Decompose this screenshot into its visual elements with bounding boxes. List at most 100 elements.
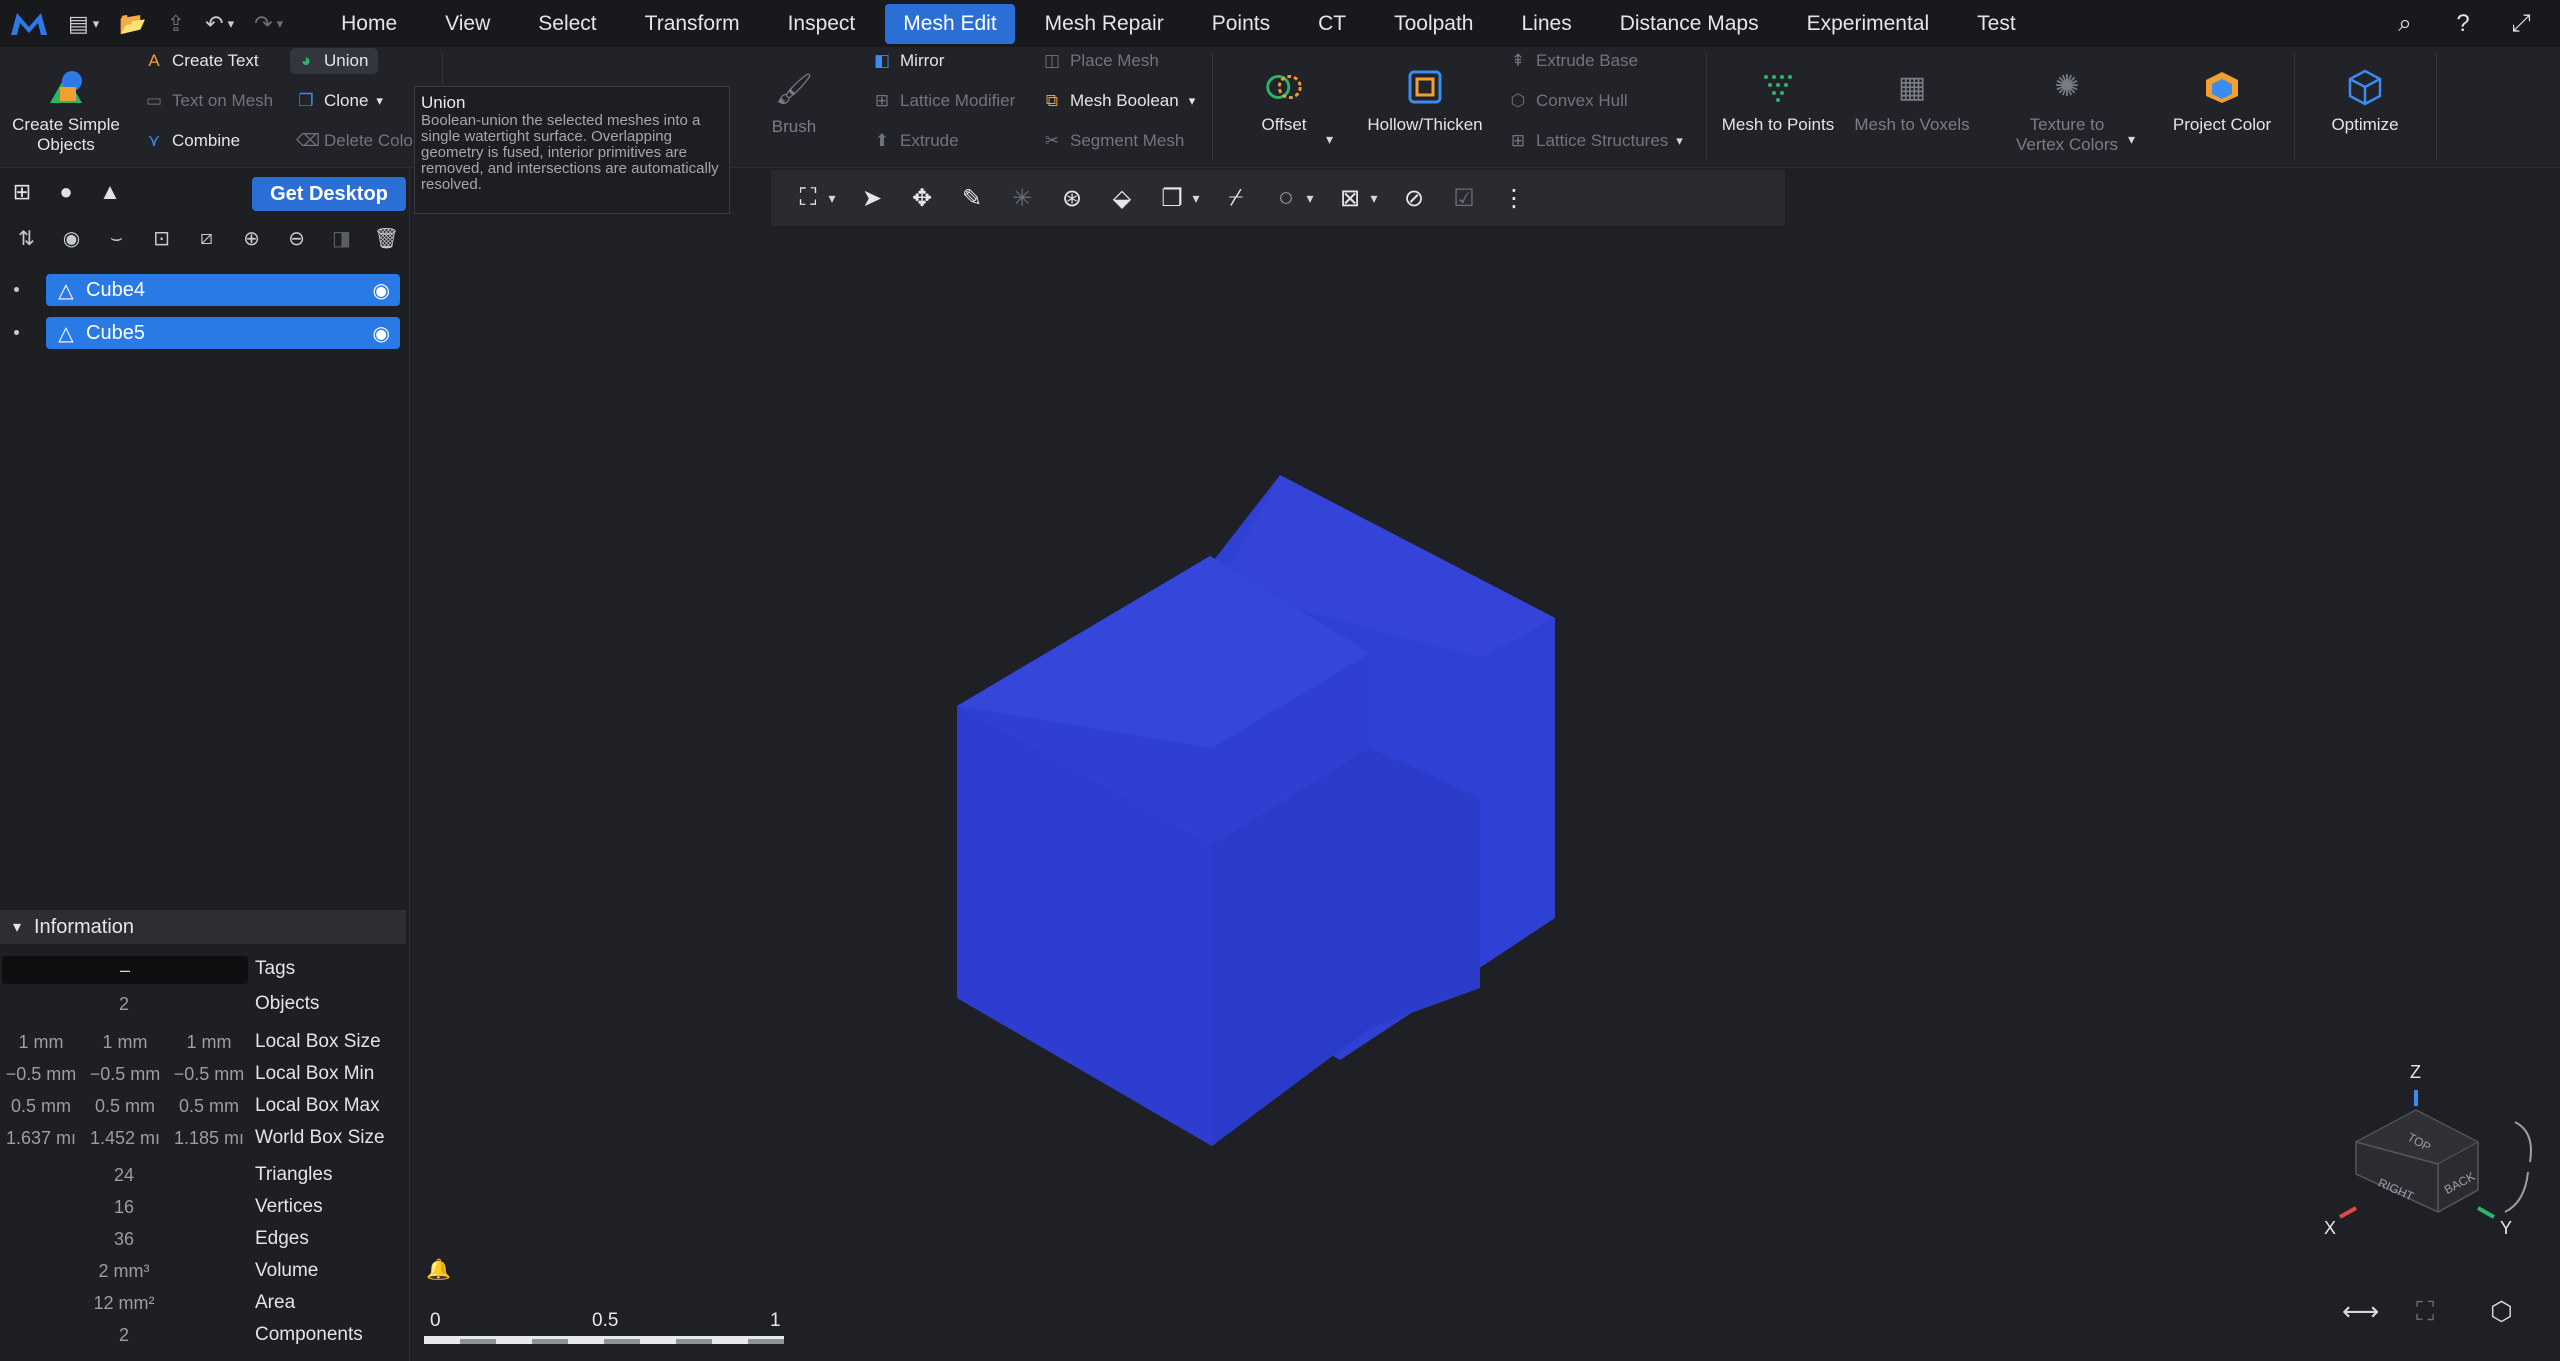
undo-icon[interactable]: ↶ ▾ <box>195 0 244 47</box>
windows-icon[interactable]: ⊞ <box>0 179 44 205</box>
delete-color-button[interactable]: ⌫ Delete Colo <box>296 131 413 151</box>
menu-tab-experimental[interactable]: Experimental <box>1789 4 1948 44</box>
menu-tab-transform[interactable]: Transform <box>627 4 758 44</box>
view-cube-gizmo[interactable]: Z TOP RIGHT BACK X Y <box>2320 1062 2550 1242</box>
extrude-base-button[interactable]: ⇞ Extrude Base <box>1508 51 1638 71</box>
offset-chevron-down-icon[interactable]: ▾ <box>1326 131 1333 148</box>
fit-selection-icon[interactable]: ⛶ <box>2416 1296 2434 1328</box>
select-cursor-icon[interactable]: ➤ <box>847 184 897 213</box>
scene-object-item[interactable]: △ Cube4 ◉ <box>46 274 400 306</box>
tags-field[interactable]: – <box>2 956 248 984</box>
fullscreen-icon[interactable]: ⤢ <box>2492 10 2550 38</box>
menu-tab-mesh-edit[interactable]: Mesh Edit <box>885 3 1015 44</box>
edit-mesh-icon[interactable]: ✎ <box>947 184 997 213</box>
menu-tab-toolpath[interactable]: Toolpath <box>1376 4 1491 44</box>
search-icon[interactable]: ⌕ <box>2376 10 2434 38</box>
get-desktop-button[interactable]: Get Desktop <box>252 177 406 211</box>
tooltip-description: Boolean-union the selected meshes into a… <box>421 112 719 193</box>
menu-tab-points[interactable]: Points <box>1194 4 1288 44</box>
invert-selection-icon[interactable]: ⊘ <box>1389 184 1439 213</box>
projection-cube-icon[interactable]: ⬡ <box>2490 1296 2513 1327</box>
information-header[interactable]: ▾ Information <box>0 910 406 944</box>
more-icon[interactable]: ⋮ <box>1489 184 1539 213</box>
move-icon[interactable]: ✥ <box>897 184 947 213</box>
export-icon[interactable]: ⇪ <box>157 0 195 47</box>
redo-icon[interactable]: ↷ ▾ <box>244 0 293 47</box>
text-on-mesh-button[interactable]: ▭ Text on Mesh <box>144 91 273 111</box>
chevron-down-icon[interactable]: ▾ <box>1187 190 1205 207</box>
combine-button[interactable]: ⋎ Combine <box>144 131 240 151</box>
menu-tab-ct[interactable]: CT <box>1300 4 1364 44</box>
menu-tab-test[interactable]: Test <box>1959 4 2034 44</box>
place-mesh-button[interactable]: ◫ Place Mesh <box>1042 51 1159 71</box>
linux-icon[interactable]: ▲ <box>88 179 132 205</box>
move-down-icon[interactable]: ⊖ <box>274 226 319 251</box>
tooltip-title: Union <box>421 93 466 112</box>
info-value: 1.185 mı <box>173 1128 245 1148</box>
mirror-button[interactable]: ◧ Mirror <box>872 51 944 71</box>
rotate-up-icon[interactable] <box>2514 1121 2532 1163</box>
brush-select-icon[interactable]: ⌿ <box>1211 184 1261 212</box>
menu-tab-lines[interactable]: Lines <box>1504 4 1590 44</box>
texture-chevron-down-icon[interactable]: ▾ <box>2128 131 2135 148</box>
open-folder-icon[interactable]: 📂 <box>109 0 156 47</box>
lattice-modifier-button[interactable]: ⊞ Lattice Modifier <box>872 91 1015 111</box>
visibility-eye-icon[interactable]: ◉ <box>373 278 390 303</box>
move-up-icon[interactable]: ⊕ <box>229 226 274 251</box>
mesh-model[interactable] <box>940 468 1760 1158</box>
ribbon-toolbar: Create Simple Objects A Create Text ◕ Unio… <box>0 47 2560 168</box>
menu-tab-mesh-repair[interactable]: Mesh Repair <box>1027 4 1182 44</box>
notification-bell-icon[interactable]: 🔔 <box>426 1257 451 1282</box>
scene-object-row[interactable]: △ Cube5 ◉ <box>0 317 410 349</box>
menu-tab-select[interactable]: Select <box>520 4 614 44</box>
help-icon[interactable]: ? <box>2434 10 2492 38</box>
deselect-icon[interactable]: ⧄ <box>184 227 229 250</box>
menu-tab-distance-maps[interactable]: Distance Maps <box>1602 4 1777 44</box>
project-color-button[interactable]: Project Color <box>2162 65 2282 135</box>
eye-closed-icon[interactable]: ⌣ <box>94 227 139 250</box>
app-logo[interactable] <box>0 0 58 47</box>
convex-hull-label: Convex Hull <box>1536 91 1628 110</box>
scene-object-row[interactable]: △ Cube4 ◉ <box>0 274 410 306</box>
hollow-thicken-button[interactable]: Hollow/Thicken <box>1360 65 1490 135</box>
texture-to-vertex-colors-button[interactable]: ✺ Texture to Vertex Colors <box>2012 65 2122 155</box>
offset-button[interactable]: Offset <box>1244 65 1324 135</box>
select-all-icon[interactable]: ⊡ <box>139 226 184 251</box>
scene-object-item[interactable]: △ Cube5 ◉ <box>46 317 400 349</box>
mesh-to-voxels-button[interactable]: ▦ Mesh to Voxels <box>1850 65 1974 135</box>
visibility-eye-icon[interactable]: ◉ <box>373 321 390 346</box>
info-local-box-size-row: 1 mm 1 mm 1 mm Local Box Size <box>0 1029 406 1057</box>
chevron-down-icon[interactable]: ▾ <box>1365 190 1383 207</box>
paint-icon[interactable]: ⬙ <box>1097 184 1147 213</box>
menu-tab-home[interactable]: Home <box>323 4 415 44</box>
wireframe-icon[interactable]: ✳ <box>997 184 1047 213</box>
apple-icon[interactable]: ● <box>44 179 88 205</box>
rotate-down-icon[interactable] <box>2504 1171 2529 1213</box>
union-button[interactable]: ◕ Union <box>290 48 379 74</box>
eye-icon[interactable]: ◉ <box>49 226 94 251</box>
chevron-down-icon[interactable]: ▾ <box>823 190 841 207</box>
duplicate-icon[interactable]: ◨ <box>319 226 364 251</box>
menu-tab-inspect[interactable]: Inspect <box>770 4 874 44</box>
mesh-to-points-button[interactable]: Mesh to Points <box>1716 65 1840 135</box>
segment-mesh-button[interactable]: ✂ Segment Mesh <box>1042 131 1184 151</box>
lattice-structures-button[interactable]: ⊞ Lattice Structures ▾ <box>1508 131 1683 151</box>
info-label: Area <box>255 1292 296 1313</box>
trash-icon[interactable]: 🗑 <box>364 226 409 251</box>
chevron-down-icon[interactable]: ▾ <box>1301 190 1319 207</box>
optimize-button[interactable]: Optimize <box>2308 65 2422 135</box>
sort-icon[interactable]: ⇅ <box>4 226 49 251</box>
create-text-button[interactable]: A Create Text <box>144 51 258 71</box>
new-file-icon[interactable]: ▤ ▾ <box>58 0 109 47</box>
brush-button[interactable]: 🖌 Brush <box>754 67 834 137</box>
rotate-icon[interactable]: ⊛ <box>1047 184 1097 213</box>
convex-hull-button[interactable]: ⬡ Convex Hull <box>1508 91 1628 111</box>
clone-label: Clone <box>324 91 369 110</box>
measure-icon[interactable]: ⟷ <box>2342 1296 2379 1327</box>
mesh-boolean-button[interactable]: ⧉ Mesh Boolean ▾ <box>1042 91 1195 111</box>
clone-button[interactable]: ❐ Clone ▾ <box>296 91 383 111</box>
extrude-button[interactable]: ⬆ Extrude <box>872 131 959 151</box>
create-simple-objects-button[interactable]: Create Simple Objects <box>6 65 126 155</box>
confirm-icon[interactable]: ☑ <box>1439 184 1489 213</box>
menu-tab-view[interactable]: View <box>427 4 508 44</box>
